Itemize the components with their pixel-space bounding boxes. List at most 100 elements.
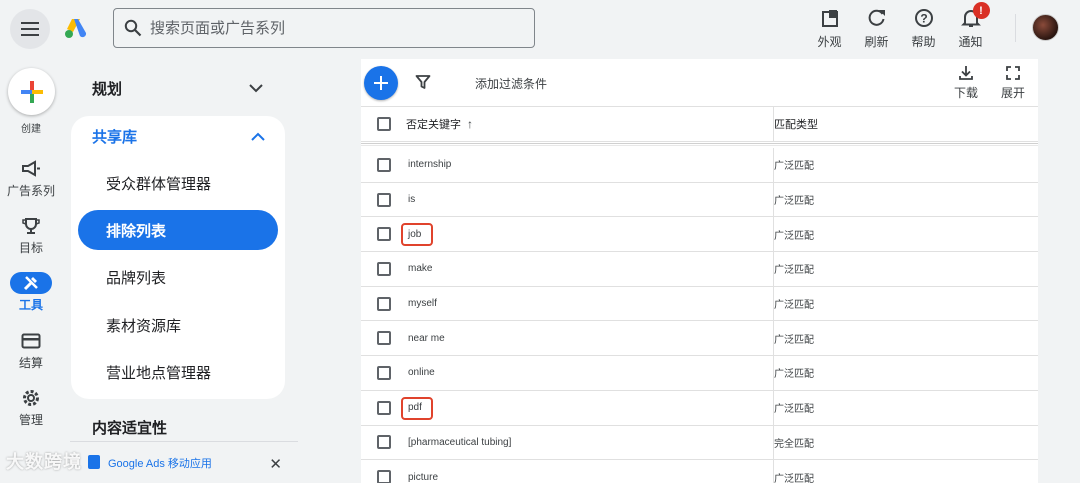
table-row[interactable]: make 广泛匹配 (361, 252, 1038, 287)
rail-item-billing[interactable]: 结算 (0, 330, 62, 371)
match-type-text: 广泛匹配 (774, 230, 814, 242)
appearance-icon (821, 10, 838, 27)
nav-section-content-suitability[interactable]: 内容适宜性 (70, 405, 285, 449)
match-type-text: 广泛匹配 (774, 300, 814, 312)
appearance-button[interactable]: 外观 (806, 4, 853, 50)
refresh-button[interactable]: 刷新 (853, 4, 900, 50)
nav-item-label: 排除列表 (106, 222, 167, 240)
match-type-text: 广泛匹配 (774, 161, 814, 173)
row-checkbox[interactable] (376, 296, 391, 311)
match-type-text: 完全匹配 (774, 438, 814, 450)
nav-item-exclusion-lists[interactable]: 排除列表 (78, 210, 278, 250)
keyword-cell: near me (406, 321, 773, 355)
rail-item-label: 结算 (18, 356, 43, 370)
match-type-cell: 广泛匹配 (773, 182, 1038, 217)
chevron-up-icon (251, 132, 265, 141)
notifications-button[interactable]: ! 通知 (947, 2, 994, 50)
nav-section-shared-library[interactable]: 共享库 (71, 116, 285, 156)
shared-library-card: 共享库 受众群体管理器 排除列表 品牌列表 素材资源库 营业地点管理器 (71, 116, 285, 399)
keyword-cell: [pharmaceutical tubing] (406, 426, 773, 460)
match-type-cell: 完全匹配 (773, 425, 1038, 460)
rail-item-admin[interactable]: 管理 (0, 387, 62, 428)
match-type-cell: 广泛匹配 (773, 356, 1038, 390)
expand-button[interactable]: 展开 (995, 65, 1031, 101)
match-type-text: 广泛匹配 (774, 404, 814, 416)
close-icon[interactable]: ✕ (269, 455, 282, 473)
match-type-cell: 广泛匹配 (773, 252, 1038, 286)
nav-item-location-manager[interactable]: 营业地点管理器 (78, 352, 278, 392)
download-icon (959, 66, 973, 80)
table-row[interactable]: near me 广泛匹配 (361, 321, 1038, 357)
keyword-cell: make (406, 252, 773, 286)
mobile-app-promo[interactable]: Google Ads 移动应用 ✕ (70, 450, 298, 476)
table-row[interactable]: job 广泛匹配 (361, 217, 1038, 253)
table-row[interactable]: internship 广泛匹配 (361, 148, 1038, 183)
table-row[interactable]: myself 广泛匹配 (361, 286, 1038, 322)
rail-item-label: 广告系列 (6, 184, 55, 198)
row-checkbox[interactable] (376, 192, 391, 207)
row-checkbox[interactable] (376, 331, 391, 346)
column-header-match-type[interactable]: 匹配类型 (773, 106, 1038, 142)
account-avatar[interactable] (1032, 14, 1059, 41)
select-all-checkbox[interactable] (376, 117, 391, 131)
match-type-cell: 广泛匹配 (773, 460, 1038, 483)
rail-item-tools[interactable]: 工具 (0, 272, 62, 313)
search-input[interactable] (150, 19, 510, 37)
svg-text:?: ? (920, 12, 927, 26)
row-checkbox[interactable] (376, 227, 391, 242)
help-button[interactable]: ? 帮助 (900, 4, 947, 50)
download-button[interactable]: 下载 (948, 65, 984, 101)
keyword-cell: online (406, 356, 773, 390)
column-header-label: 匹配类型 (774, 119, 818, 131)
match-type-cell: 广泛匹配 (773, 148, 1038, 182)
match-type-cell: 广泛匹配 (773, 390, 1038, 425)
column-header-keyword[interactable]: 否定关键字 ↑ (406, 116, 773, 132)
filter-icon[interactable] (415, 74, 431, 90)
match-type-text: 广泛匹配 (774, 473, 814, 483)
add-keyword-button[interactable] (364, 66, 398, 100)
nav-panel: 规划 共享库 受众群体管理器 排除列表 品牌列表 素材资源库 营业地点管理器 内… (70, 58, 298, 483)
sort-ascending-icon: ↑ (467, 117, 473, 131)
appearance-label: 外观 (817, 35, 842, 49)
nav-item-brand-lists[interactable]: 品牌列表 (78, 257, 278, 297)
match-type-text: 广泛匹配 (774, 196, 814, 208)
row-checkbox[interactable] (376, 435, 391, 450)
help-label: 帮助 (911, 35, 936, 49)
row-checkbox[interactable] (376, 157, 391, 172)
row-checkbox[interactable] (376, 261, 391, 276)
nav-item-label: 素材资源库 (106, 317, 182, 335)
create-button[interactable] (8, 68, 55, 115)
keyword-cell: pdf (401, 391, 773, 425)
nav-item-audience-manager[interactable]: 受众群体管理器 (78, 163, 278, 203)
scroll-shadow (361, 143, 1038, 146)
keyword-text: internship (408, 159, 452, 171)
rail-item-goals[interactable]: 目标 (0, 215, 62, 256)
table-row[interactable]: picture 广泛匹配 (361, 460, 1038, 483)
add-filter-link[interactable]: 添加过滤条件 (475, 75, 547, 92)
nav-item-asset-library[interactable]: 素材资源库 (78, 305, 278, 345)
create-label: 创建 (21, 124, 41, 135)
main-menu-button[interactable] (10, 9, 50, 49)
column-header-label: 否定关键字 (406, 119, 461, 131)
nav-section-planning[interactable]: 规划 (70, 66, 285, 110)
row-checkbox[interactable] (376, 365, 391, 380)
plus-icon (20, 80, 43, 103)
tools-icon (23, 276, 38, 291)
rail-item-campaigns[interactable]: 广告系列 (0, 158, 62, 199)
row-checkbox[interactable] (376, 400, 391, 415)
keyword-cell: is (406, 183, 773, 217)
google-ads-logo[interactable] (64, 17, 88, 39)
table-row[interactable]: [pharmaceutical tubing] 完全匹配 (361, 425, 1038, 461)
table-row[interactable]: pdf 广泛匹配 (361, 390, 1038, 426)
keyword-text: picture (408, 471, 439, 483)
refresh-label: 刷新 (864, 35, 889, 49)
row-checkbox[interactable] (376, 470, 391, 483)
match-type-text: 广泛匹配 (774, 265, 814, 277)
table-toolbar: 添加过滤条件 下载 展开 (361, 59, 1038, 107)
rail-item-label: 目标 (18, 241, 43, 255)
table-row[interactable]: is 广泛匹配 (361, 182, 1038, 218)
table-row[interactable]: online 广泛匹配 (361, 356, 1038, 391)
divider (1015, 14, 1016, 42)
nav-section-label: 规划 (92, 80, 123, 98)
search-box[interactable] (113, 8, 535, 48)
